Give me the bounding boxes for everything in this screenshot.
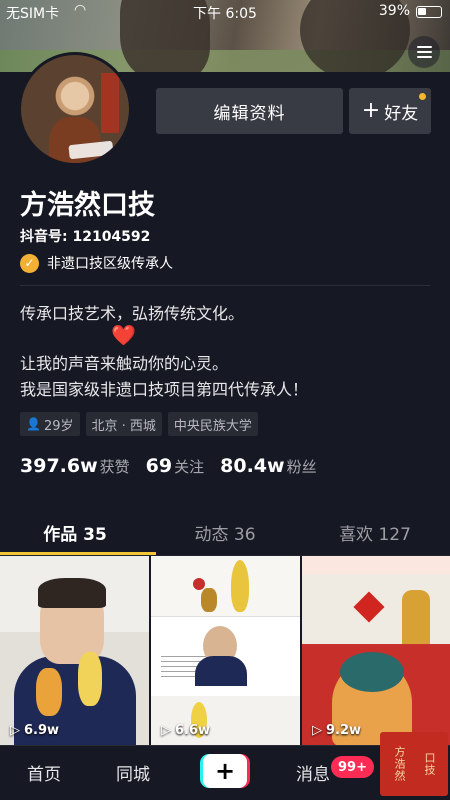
battery-percent: 39% bbox=[378, 3, 410, 19]
edit-profile-button[interactable]: 编辑资料 bbox=[156, 88, 343, 134]
stat-following[interactable]: 69 关注 bbox=[146, 455, 204, 477]
video-thumbnail[interactable]: ▷ 9.2w bbox=[302, 556, 450, 746]
stat-following-label: 关注 bbox=[174, 458, 205, 476]
add-friend-button[interactable]: + 好友 bbox=[349, 88, 431, 134]
status-bar: 无SIM卡 ◠ 下午 6:05 39% bbox=[0, 0, 450, 24]
heart-emoji: ❤️ bbox=[111, 323, 136, 347]
bio-line: 传承口技艺术，弘扬传统文化。 bbox=[20, 304, 245, 323]
play-count-label: 6.6w bbox=[175, 723, 211, 738]
video-thumbnail[interactable]: ▷ 6.9w bbox=[0, 556, 149, 746]
tab-likes[interactable]: 喜欢 127 bbox=[300, 508, 450, 555]
tab-works[interactable]: 作品 35 bbox=[0, 508, 156, 555]
tag-school-label: 中央民族大学 bbox=[173, 418, 252, 434]
verification-label: 非遗口技区级传承人 bbox=[47, 256, 173, 272]
play-icon: ▷ bbox=[10, 723, 20, 738]
play-count-label: 9.2w bbox=[326, 723, 362, 738]
nickname: 方浩然口技 bbox=[20, 190, 155, 221]
content-tabs: 作品 35 动态 36 喜欢 127 bbox=[0, 508, 450, 555]
person-icon: 👤 bbox=[26, 417, 41, 431]
douyin-id[interactable]: 抖音号: 12104592 bbox=[20, 226, 150, 246]
tab-updates[interactable]: 动态 36 bbox=[150, 508, 300, 555]
bio-line: 我是国家级非遗口技项目第四代传承人！ bbox=[20, 380, 309, 399]
play-count: ▷ 6.6w bbox=[161, 723, 210, 738]
watermark-seal-logo: 口技 方浩然 bbox=[380, 732, 448, 796]
tag-age-label: 29岁 bbox=[43, 418, 74, 434]
video-grid: ▷ 6.9w ▷ 6.6w ▷ 9.2w bbox=[0, 556, 450, 746]
stat-likes: 397.6w 获赞 bbox=[20, 455, 130, 477]
profile-tags: 👤 29岁 北京 · 西城 中央民族大学 bbox=[20, 412, 258, 436]
nav-city[interactable]: 同城 bbox=[116, 760, 150, 785]
stats-row: 397.6w 获赞 69 关注 80.4w 粉丝 bbox=[20, 455, 317, 477]
stat-followers[interactable]: 80.4w 粉丝 bbox=[220, 455, 316, 477]
tag-age: 👤 29岁 bbox=[20, 412, 80, 436]
nav-home[interactable]: 首页 bbox=[27, 760, 61, 785]
bio-line: 让我的声音来触动你的心灵。 bbox=[20, 354, 229, 373]
tag-school: 中央民族大学 bbox=[167, 412, 258, 436]
play-count: ▷ 6.9w bbox=[10, 723, 59, 738]
nav-messages[interactable]: 消息 bbox=[296, 760, 330, 785]
hamburger-menu-icon[interactable] bbox=[408, 36, 440, 68]
add-friend-label: 好友 bbox=[384, 103, 419, 124]
tag-location-label: 北京 · 西城 bbox=[91, 418, 156, 434]
stat-followers-label: 粉丝 bbox=[286, 458, 317, 476]
battery-icon bbox=[416, 6, 442, 18]
post-video-button[interactable]: + bbox=[200, 754, 250, 788]
check-badge-icon: ✓ bbox=[20, 253, 39, 273]
avatar-image bbox=[21, 55, 129, 163]
tag-location: 北京 · 西城 bbox=[85, 412, 162, 436]
stat-likes-num: 397.6w bbox=[20, 455, 98, 477]
avatar[interactable] bbox=[18, 52, 132, 166]
plus-icon: + bbox=[361, 98, 381, 123]
messages-badge: 99+ bbox=[331, 756, 374, 778]
play-count-label: 6.9w bbox=[24, 723, 60, 738]
stat-likes-label: 获赞 bbox=[99, 458, 130, 476]
stat-following-num: 69 bbox=[145, 455, 173, 477]
verification-row: ✓ 非遗口技区级传承人 bbox=[20, 253, 173, 273]
divider bbox=[20, 285, 430, 286]
play-count: ▷ 9.2w bbox=[312, 723, 361, 738]
notification-dot bbox=[419, 93, 426, 100]
plus-icon: + bbox=[203, 754, 247, 788]
stat-followers-num: 80.4w bbox=[220, 455, 285, 477]
play-icon: ▷ bbox=[161, 723, 171, 738]
play-icon: ▷ bbox=[312, 723, 322, 738]
video-thumbnail[interactable]: ▷ 6.6w bbox=[151, 556, 300, 746]
